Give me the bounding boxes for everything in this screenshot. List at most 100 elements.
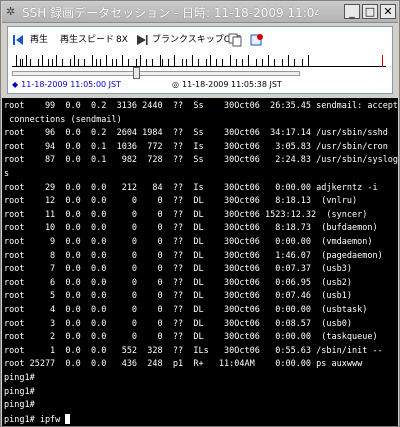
terminal-line: connections (sendmail): [4, 114, 122, 125]
timeline-tick: [140, 55, 141, 67]
timeline-tick: [222, 59, 223, 67]
timeline-baseline: [12, 66, 386, 67]
terminal-line: root 4 0.0 0.0 0 0 ?? DL 30Oct06 0:00.00…: [4, 305, 368, 315]
terminal-line: root 6 0.0 0.0 0 0 ?? DL 30Oct06 0:06.95…: [4, 277, 352, 288]
timeline-tick: [112, 59, 113, 67]
timeline-tick: [116, 59, 117, 67]
timeline-tick: [308, 55, 309, 67]
terminal-line: ping1#: [4, 400, 35, 411]
timeline-tick: [274, 59, 275, 67]
activity-timeline: [12, 55, 386, 67]
timeline-tick: [160, 55, 161, 67]
terminal-line: ping1#: [4, 386, 35, 397]
timeline-tick: [248, 55, 249, 67]
timeline-tick: [92, 55, 93, 67]
timeline-tick: [288, 55, 289, 67]
terminal-line: root 10 0.0 0.0 0 0 ?? DL 30Oct06 8:18.7…: [4, 223, 378, 234]
play-button[interactable]: 再生: [30, 31, 48, 49]
terminal-output[interactable]: root 99 0.0 0.2 3136 2440 ?? Ss 30Oct06 …: [2, 98, 398, 426]
terminal-line: ping1#: [4, 373, 35, 383]
timeline-tick: [96, 59, 97, 67]
timeline-tick: [294, 59, 295, 67]
timeline-tick: [210, 55, 211, 67]
timeline-tick: [38, 59, 39, 67]
timeline-tick: [128, 59, 129, 67]
terminal-line: root 25277 0.0 0.0 436 248 p1 R+ 11:04AM…: [4, 359, 363, 370]
timeline-tick: [242, 59, 243, 67]
timeline-tick: [74, 55, 75, 67]
timeline-tick: [146, 59, 147, 67]
maximize-button[interactable]: □: [362, 4, 378, 19]
terminal-line: root 12 0.0 0.0 0 0 ?? DL 30Oct06 8:18.1…: [4, 196, 358, 207]
speed-label: 再生スピード: [60, 35, 115, 45]
playback-slider-thumb[interactable]: [132, 67, 140, 79]
terminal-line: root 11 0.0 0.0 0 0 ?? DL 30Oct06 1523:1…: [4, 209, 368, 220]
playback-slider[interactable]: [12, 71, 300, 76]
ssh-app-icon: ✲: [6, 5, 16, 18]
timeline-tick: [216, 59, 217, 67]
skip-to-start-icon[interactable]: [12, 33, 24, 47]
speed-value[interactable]: 8X: [116, 31, 128, 49]
timeline-tick: [236, 59, 237, 67]
timeline-tick: [84, 59, 85, 67]
copy-icon[interactable]: [228, 33, 242, 47]
timeline-tick: [26, 55, 27, 67]
timeline-tick: [70, 59, 71, 67]
window-title: SSH 録画データセッション - 日時: 11-18-2009 11:04:35…: [22, 6, 318, 20]
start-time-text: 11-18-2009 11:05:00 JST: [21, 80, 121, 89]
end-marker-icon: ◎: [172, 80, 179, 89]
timeline-tick: [230, 55, 231, 67]
timeline-tick: [42, 55, 43, 67]
skip-forward-icon[interactable]: [136, 33, 148, 47]
terminal-line: ping1# ipfw: [4, 413, 71, 425]
app-window: ✲ SSH 録画データセッション - 日時: 11-18-2009 11:04:…: [0, 0, 400, 427]
export-icon[interactable]: [250, 33, 264, 47]
timeline-tick: [30, 59, 31, 67]
timeline-tick: [182, 59, 183, 67]
end-time: ◎ 11-18-2009 11:05:38 JST: [172, 80, 282, 89]
start-marker-icon: ◆: [12, 80, 19, 89]
timeline-tick: [268, 55, 269, 67]
timeline-tick: [62, 59, 63, 67]
terminal-line: root 9 0.0 0.0 0 0 ?? DL 30Oct06 0:00.00…: [4, 237, 373, 247]
terminal-line: root 99 0.0 0.2 3136 2440 ?? Ss 30Oct06 …: [4, 101, 398, 111]
timeline-end-marker: [382, 55, 383, 67]
timeline-tick: [22, 59, 23, 67]
timeline-tick: [206, 59, 207, 67]
timeline-tick: [106, 55, 107, 67]
terminal-line: root 8 0.0 0.0 0 0 ?? DL 30Oct06 1:46.07…: [4, 250, 383, 261]
terminal-line: root 2 0.0 0.0 0 0 ?? DL 30Oct06 0:00.00…: [4, 332, 378, 343]
timeline-tick: [136, 59, 137, 67]
terminal-line: root 87 0.0 0.1 982 728 ?? Ss 30Oct06 2:…: [4, 155, 398, 166]
timeline-tick: [52, 59, 53, 67]
playback-panel: 再生 再生スピード 8X ブランクスキップOFF ◆ 11-18-2009 11:: [7, 26, 393, 94]
terminal-cursor: [65, 413, 71, 424]
timeline-tick: [78, 59, 79, 67]
start-time: ◆ 11-18-2009 11:05:00 JST: [12, 80, 121, 89]
timeline-tick: [302, 59, 303, 67]
minimize-button[interactable]: _: [344, 4, 360, 19]
timeline-tick: [198, 59, 199, 67]
terminal-line: root 1 0.0 0.0 552 328 ?? ILs 30Oct06 0:…: [4, 345, 383, 356]
end-time-text: 11-18-2009 11:05:38 JST: [181, 80, 282, 89]
timeline-tick: [256, 59, 257, 67]
timeline-tick: [162, 59, 163, 67]
close-button[interactable]: ✕: [380, 4, 396, 19]
terminal-line: root 94 0.0 0.1 1036 772 ?? Is 30Oct06 3…: [4, 141, 388, 152]
terminal-line: s: [4, 169, 10, 179]
terminal-line: root 5 0.0 0.0 0 0 ?? DL 30Oct06 0:07.46…: [4, 291, 352, 302]
timeline-tick: [282, 59, 283, 67]
timeline-tick: [186, 59, 187, 67]
title-bar[interactable]: ✲ SSH 録画データセッション - 日時: 11-18-2009 11:04:…: [2, 2, 398, 23]
timeline-tick: [56, 55, 57, 67]
terminal-line: root 3 0.0 0.0 0 0 ?? DL 30Oct06 0:08.57…: [4, 318, 352, 329]
timeline-tick: [174, 55, 175, 67]
timeline-tick: [168, 59, 169, 67]
terminal-line: root 29 0.0 0.0 212 84 ?? Is 30Oct06 0:0…: [4, 182, 378, 193]
timeline-tick: [48, 59, 49, 67]
timeline-tick: [100, 59, 101, 67]
terminal-line: root 7 0.0 0.0 0 0 ?? DL 30Oct06 0:07.37…: [4, 264, 352, 275]
timeline-tick: [192, 55, 193, 67]
timeline-tick: [16, 55, 17, 67]
timeline-tick: [20, 59, 21, 67]
